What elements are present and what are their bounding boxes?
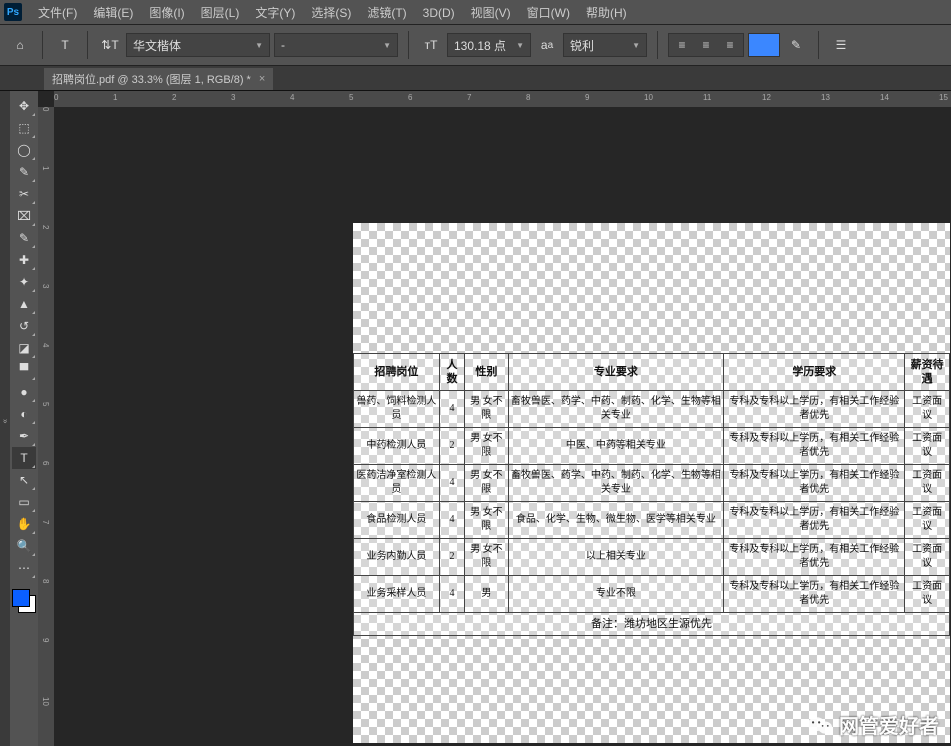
align-right-button[interactable]: ≡ bbox=[719, 36, 741, 54]
table-row: 业务采样人员4男专业不限专科及专科以上学历，有相关工作经验者优先工资面议 bbox=[354, 576, 950, 613]
antialias-icon: aa bbox=[535, 33, 559, 57]
table-note: 备注：潍坊地区生源优先 bbox=[354, 613, 950, 636]
table-header: 招聘岗位 bbox=[354, 354, 440, 391]
path-select-tool[interactable]: ↖ bbox=[12, 469, 36, 491]
blur-tool[interactable]: ● bbox=[12, 381, 36, 403]
shape-tool[interactable]: ▭ bbox=[12, 491, 36, 513]
font-size-icon: тT bbox=[419, 33, 443, 57]
app-logo: Ps bbox=[4, 3, 22, 21]
tab-title: 招聘岗位.pdf @ 33.3% (图层 1, RGB/8) * bbox=[52, 71, 251, 87]
hand-tool[interactable]: ✋ bbox=[12, 513, 36, 535]
warp-text-button[interactable]: ✎ bbox=[784, 33, 808, 57]
heal-tool[interactable]: ✚ bbox=[12, 249, 36, 271]
brush-tool[interactable]: ✦ bbox=[12, 271, 36, 293]
font-family-select[interactable]: 华文楷体▼ bbox=[126, 33, 270, 57]
antialias-select[interactable]: 锐利▼ bbox=[563, 33, 647, 57]
menu-item[interactable]: 选择(S) bbox=[303, 2, 359, 24]
stamp-tool[interactable]: ▲ bbox=[12, 293, 36, 315]
document-tab[interactable]: 招聘岗位.pdf @ 33.3% (图层 1, RGB/8) * × bbox=[44, 68, 273, 90]
align-center-button[interactable]: ≡ bbox=[695, 36, 717, 54]
table-row: 中药检测人员2男 女不限中医、中药等相关专业专科及专科以上学历，有相关工作经验者… bbox=[354, 428, 950, 465]
type-tool[interactable]: T bbox=[12, 447, 36, 469]
type-tool-preset-icon[interactable]: T bbox=[53, 33, 77, 57]
text-color-swatch[interactable] bbox=[748, 33, 780, 57]
pen-tool[interactable]: ✒ bbox=[12, 425, 36, 447]
table-row: 业务内勤人员2男 女不限以上相关专业专科及专科以上学历，有相关工作经验者优先工资… bbox=[354, 539, 950, 576]
document-canvas[interactable]: 招聘岗位人数性别专业要求学历要求薪资待遇 兽药、饲料检测人员4男 女不限畜牧兽医… bbox=[353, 223, 950, 743]
watermark: 网管爱好者 bbox=[807, 710, 939, 739]
menu-item[interactable]: 窗口(W) bbox=[519, 2, 578, 24]
move-tool[interactable]: ✥ bbox=[12, 95, 36, 117]
table-header: 学历要求 bbox=[724, 354, 905, 391]
menu-item[interactable]: 3D(D) bbox=[415, 2, 463, 24]
menu-item[interactable]: 图层(L) bbox=[193, 2, 248, 24]
table-header: 专业要求 bbox=[508, 354, 724, 391]
dodge-tool[interactable]: ◐ bbox=[12, 403, 36, 425]
table-header: 性别 bbox=[465, 354, 508, 391]
eyedropper-tool[interactable]: ✎ bbox=[12, 227, 36, 249]
table-row: 食品检测人员4男 女不限食品、化学、生物、微生物、医学等相关专业专科及专科以上学… bbox=[354, 502, 950, 539]
menu-item[interactable]: 视图(V) bbox=[463, 2, 519, 24]
crop-tool[interactable]: ✂ bbox=[12, 183, 36, 205]
canvas-area: 0123456789101112131415 012345678910 招聘岗位… bbox=[38, 91, 951, 746]
eraser-tool[interactable]: ◪ bbox=[12, 337, 36, 359]
wechat-icon bbox=[807, 714, 833, 736]
character-panel-button[interactable]: ☰ bbox=[829, 33, 853, 57]
text-orientation-icon[interactable]: ⇅T bbox=[98, 33, 122, 57]
recruitment-table: 招聘岗位人数性别专业要求学历要求薪资待遇 兽药、饲料检测人员4男 女不限畜牧兽医… bbox=[353, 353, 950, 636]
menu-item[interactable]: 文件(F) bbox=[30, 2, 85, 24]
ruler-horizontal: 0123456789101112131415 bbox=[54, 91, 951, 107]
lasso-tool[interactable]: ◯ bbox=[12, 139, 36, 161]
frame-tool[interactable]: ⌧ bbox=[12, 205, 36, 227]
document-tabs: 招聘岗位.pdf @ 33.3% (图层 1, RGB/8) * × bbox=[0, 66, 951, 91]
table-header: 薪资待遇 bbox=[905, 354, 950, 391]
color-swatches[interactable] bbox=[12, 589, 36, 613]
table-row: 兽药、饲料检测人员4男 女不限畜牧兽医、药学、中药、制药、化学、生物等相关专业专… bbox=[354, 391, 950, 428]
menu-item[interactable]: 编辑(E) bbox=[85, 2, 141, 24]
menu-item[interactable]: 帮助(H) bbox=[578, 2, 635, 24]
font-weight-select[interactable]: -▼ bbox=[274, 33, 398, 57]
table-row: 医药洁净室检测人员4男 女不限畜牧兽医、药学、中药、制药、化学、生物等相关专业专… bbox=[354, 465, 950, 502]
text-align-group: ≡ ≡ ≡ bbox=[668, 33, 744, 57]
more-tool[interactable]: ⋯ bbox=[12, 557, 36, 579]
align-left-button[interactable]: ≡ bbox=[671, 36, 693, 54]
home-icon[interactable]: ⌂ bbox=[8, 33, 32, 57]
zoom-tool[interactable]: 🔍 bbox=[12, 535, 36, 557]
close-icon[interactable]: × bbox=[259, 73, 265, 85]
gradient-tool[interactable]: ▀ bbox=[12, 359, 36, 381]
ruler-vertical: 012345678910 bbox=[38, 107, 54, 746]
history-brush-tool[interactable]: ↺ bbox=[12, 315, 36, 337]
menu-item[interactable]: 滤镜(T) bbox=[359, 2, 414, 24]
menu-item[interactable]: 文字(Y) bbox=[247, 2, 303, 24]
menu-item[interactable]: 图像(I) bbox=[141, 2, 192, 24]
options-bar: ⌂ T ⇅T 华文楷体▼ -▼ тT 130.18 点▼ aa 锐利▼ ≡ ≡ … bbox=[0, 25, 951, 66]
table-header: 人数 bbox=[439, 354, 465, 391]
marquee-tool[interactable]: ⬚ bbox=[12, 117, 36, 139]
quick-select-tool[interactable]: ✎ bbox=[12, 161, 36, 183]
font-size-select[interactable]: 130.18 点▼ bbox=[447, 33, 531, 57]
panel-strip[interactable]: » bbox=[0, 91, 10, 746]
toolbar: ✥⬚◯✎✂⌧✎✚✦▲↺◪▀●◐✒T↖▭✋🔍⋯ bbox=[10, 91, 38, 746]
menubar: Ps 文件(F)编辑(E)图像(I)图层(L)文字(Y)选择(S)滤镜(T)3D… bbox=[0, 0, 951, 25]
